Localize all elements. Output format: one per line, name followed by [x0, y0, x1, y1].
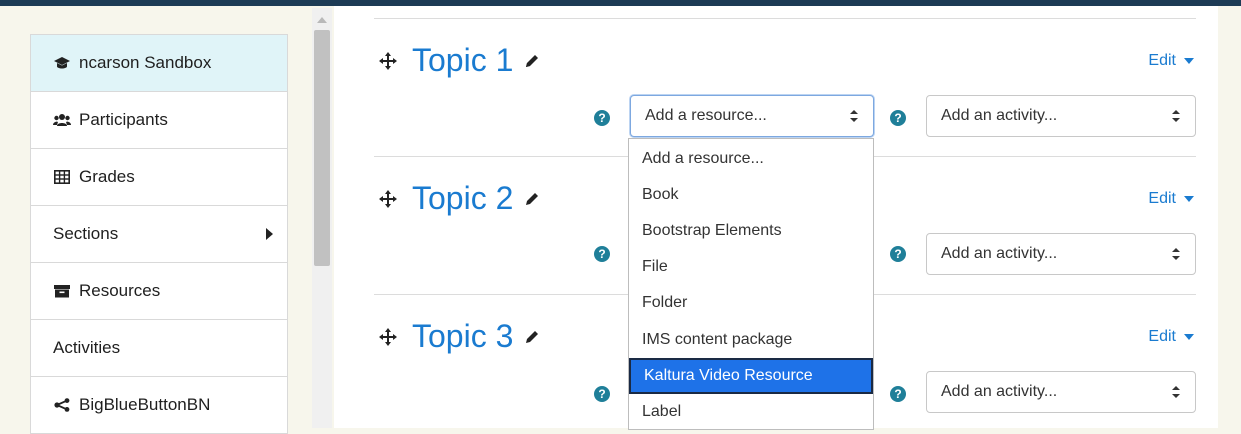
option-bootstrap-elements[interactable]: Bootstrap Elements — [629, 213, 873, 249]
scroll-up-icon[interactable] — [317, 17, 327, 23]
sidebar-item-label: Sections — [53, 224, 119, 243]
add-activity-select[interactable]: Add an activity... — [926, 233, 1196, 275]
updown-icon — [1172, 110, 1180, 122]
edit-menu-topic-2[interactable]: Edit — [1148, 190, 1194, 208]
page-background — [1218, 6, 1241, 428]
graduation-cap-icon — [53, 54, 71, 72]
option-kaltura-video-resource[interactable]: Kaltura Video Resource — [629, 358, 873, 394]
nav-drawer: ncarson Sandbox Participants Grades Sect… — [30, 34, 290, 434]
move-icon[interactable] — [378, 189, 398, 209]
option-book[interactable]: Book — [629, 177, 873, 213]
topic-title[interactable]: Topic 2 — [412, 180, 513, 217]
option-label[interactable]: Label — [629, 394, 873, 429]
edit-menu-topic-3[interactable]: Edit — [1148, 328, 1194, 346]
sidebar-item-label: Resources — [79, 281, 161, 300]
add-activity-value: Add an activity... — [941, 107, 1058, 124]
add-resource-select[interactable]: Add a resource... — [630, 95, 874, 137]
option-add-resource[interactable]: Add a resource... — [629, 141, 873, 177]
add-resource-value: Add a resource... — [645, 107, 767, 124]
pencil-icon[interactable] — [523, 52, 541, 70]
sidebar-item-label: ncarson Sandbox — [79, 53, 212, 72]
caret-down-icon — [1184, 334, 1194, 340]
option-file[interactable]: File — [629, 249, 873, 285]
sidebar-item-participants[interactable]: Participants — [30, 91, 288, 149]
edit-menu-topic-1[interactable]: Edit — [1148, 52, 1194, 70]
resource-dropdown-list[interactable]: Add a resource... Book Bootstrap Element… — [628, 138, 874, 430]
sidebar-item-bigbluebutton[interactable]: BigBlueButtonBN — [30, 376, 288, 434]
help-icon[interactable]: ? — [890, 386, 906, 402]
help-icon[interactable]: ? — [890, 110, 906, 126]
updown-icon — [1172, 386, 1180, 398]
option-ims-content-package[interactable]: IMS content package — [629, 322, 873, 358]
edit-label: Edit — [1148, 52, 1176, 69]
sidebar-item-label: Grades — [79, 167, 135, 186]
move-icon[interactable] — [378, 327, 398, 347]
caret-right-icon — [266, 228, 273, 240]
move-icon[interactable] — [378, 51, 398, 71]
table-icon — [53, 168, 71, 186]
pencil-icon[interactable] — [523, 190, 541, 208]
help-icon[interactable]: ? — [594, 246, 610, 262]
updown-icon — [850, 110, 858, 122]
sidebar-item-course[interactable]: ncarson Sandbox — [30, 34, 288, 92]
add-activity-value: Add an activity... — [941, 383, 1058, 400]
topic-2-heading: Topic 2 — [378, 180, 541, 217]
sidebar-item-label: Activities — [53, 338, 121, 357]
users-icon — [53, 111, 71, 129]
add-activity-value: Add an activity... — [941, 245, 1058, 262]
sidebar-item-activities[interactable]: Activities — [30, 319, 288, 377]
sidebar-item-grades[interactable]: Grades — [30, 148, 288, 206]
topic-3-heading: Topic 3 — [378, 318, 541, 355]
help-icon[interactable]: ? — [890, 246, 906, 262]
edit-label: Edit — [1148, 190, 1176, 207]
caret-down-icon — [1184, 196, 1194, 202]
sidebar-item-label: BigBlueButtonBN — [79, 395, 211, 414]
add-activity-select[interactable]: Add an activity... — [926, 371, 1196, 413]
updown-icon — [1172, 248, 1180, 260]
option-folder[interactable]: Folder — [629, 285, 873, 321]
sidebar-item-resources[interactable]: Resources — [30, 262, 288, 320]
caret-down-icon — [1184, 58, 1194, 64]
sidebar-item-label: Participants — [79, 110, 168, 129]
scrollbar[interactable] — [312, 8, 332, 428]
topic-title[interactable]: Topic 1 — [412, 42, 513, 79]
add-activity-select[interactable]: Add an activity... — [926, 95, 1196, 137]
sidebar-item-sections[interactable]: Sections — [30, 205, 288, 263]
edit-label: Edit — [1148, 328, 1176, 345]
archive-icon — [53, 282, 71, 300]
divider — [374, 18, 1196, 19]
share-icon — [53, 396, 71, 414]
scroll-thumb[interactable] — [314, 30, 330, 266]
help-icon[interactable]: ? — [594, 110, 610, 126]
help-icon[interactable]: ? — [594, 386, 610, 402]
topic-1-heading: Topic 1 — [378, 42, 541, 79]
pencil-icon[interactable] — [523, 328, 541, 346]
topic-title[interactable]: Topic 3 — [412, 318, 513, 355]
